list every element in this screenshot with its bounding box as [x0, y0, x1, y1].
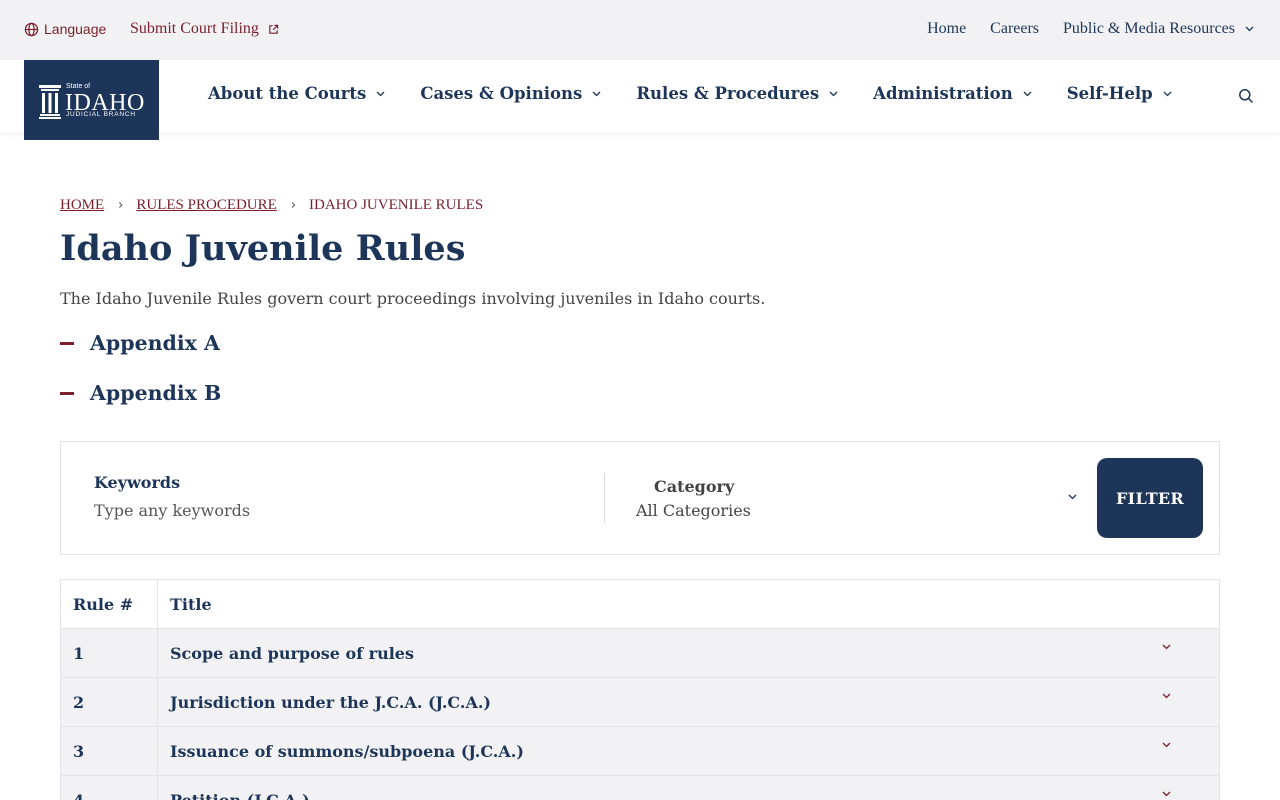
appendix-b-toggle[interactable]: Appendix B	[60, 381, 221, 405]
site-logo[interactable]: State of IDAHO JUDICIAL BRANCH	[24, 60, 159, 140]
nav-rules-procedures[interactable]: Rules & Procedures	[636, 84, 838, 103]
filter-button[interactable]: FILTER	[1097, 458, 1203, 538]
chevron-down-icon	[1163, 91, 1172, 96]
submit-filing-label: Submit Court Filing	[130, 20, 259, 37]
nav-administration-label: Administration	[873, 84, 1013, 103]
rule-number-cell: 3	[60, 726, 158, 776]
dash-icon	[60, 391, 74, 395]
search-button[interactable]	[1238, 88, 1256, 106]
dash-icon	[60, 341, 74, 345]
chevron-down-icon	[376, 91, 385, 96]
breadcrumb-separator: ›	[290, 198, 297, 213]
util-link-careers[interactable]: Careers	[990, 20, 1039, 38]
table-row[interactable]: 2 Jurisdiction under the J.C.A. (J.C.A.)	[60, 677, 1220, 727]
appendix-b-label: Appendix B	[90, 381, 222, 405]
page-title: Idaho Juvenile Rules	[60, 228, 466, 269]
pillar-icon	[39, 85, 61, 119]
nav-cases-opinions[interactable]: Cases & Opinions	[420, 84, 601, 103]
breadcrumb-separator: ›	[118, 198, 124, 213]
appendix-a-label: Appendix A	[90, 331, 220, 355]
rule-title-cell: Issuance of summons/subpoena (J.C.A.)	[157, 726, 1220, 776]
rule-title-cell: Scope and purpose of rules	[157, 628, 1220, 678]
chevron-down-icon[interactable]	[1162, 742, 1171, 748]
chevron-down-icon	[829, 91, 838, 96]
nav-about-courts-label: About the Courts	[208, 84, 367, 103]
breadcrumb-home[interactable]: HOME	[60, 197, 104, 214]
language-button[interactable]: Language	[24, 21, 106, 37]
search-icon	[1239, 89, 1254, 104]
filter-divider	[604, 473, 605, 523]
table-header-row: Rule # Title	[60, 579, 1220, 629]
breadcrumb-current: IDAHO JUVENILE RULES	[309, 197, 484, 213]
keywords-label: Keywords	[94, 473, 181, 492]
chevron-down-icon[interactable]	[1162, 791, 1171, 797]
globe-icon	[24, 22, 39, 36]
logo-branch-text: JUDICIAL BRANCH	[66, 111, 136, 118]
nav-cases-opinions-label: Cases & Opinions	[420, 84, 583, 103]
rule-number-cell: 2	[60, 677, 158, 727]
breadcrumb-rules-procedure[interactable]: RULES PROCEDURE	[136, 197, 276, 214]
chevron-down-icon[interactable]	[1162, 693, 1171, 699]
table-row[interactable]: 4 Petition (J.C.A.)	[60, 775, 1220, 800]
rule-title-cell: Petition (J.C.A.)	[157, 775, 1220, 800]
category-select[interactable]: All Categories	[636, 501, 751, 520]
rule-title: Scope and purpose of rules	[170, 643, 414, 663]
breadcrumb: HOME › RULES PROCEDURE › IDAHO JUVENILE …	[60, 197, 483, 214]
rule-title-cell: Jurisdiction under the J.C.A. (J.C.A.)	[157, 677, 1220, 727]
nav-rules-procedures-label: Rules & Procedures	[636, 84, 820, 103]
chevron-down-icon	[592, 91, 601, 96]
appendix-a-toggle[interactable]: Appendix A	[60, 331, 220, 355]
column-header-title: Title	[157, 579, 1220, 629]
nav-administration[interactable]: Administration	[873, 84, 1032, 103]
table-row[interactable]: 3 Issuance of summons/subpoena (J.C.A.)	[60, 726, 1220, 776]
nav-about-courts[interactable]: About the Courts	[208, 84, 385, 103]
nav-self-help[interactable]: Self-Help	[1067, 84, 1172, 103]
rules-table: Rule # Title 1 Scope and purpose of rule…	[60, 579, 1220, 800]
rule-title: Issuance of summons/subpoena (J.C.A.)	[170, 741, 524, 761]
keywords-input[interactable]	[94, 498, 594, 522]
utility-bar: Language Submit Court Filing Home Career…	[0, 0, 1280, 60]
rule-title: Petition (J.C.A.)	[170, 790, 310, 800]
chevron-down-icon[interactable]	[1068, 494, 1077, 500]
media-resources-label: Public & Media Resources	[1063, 20, 1235, 37]
submit-filing-link[interactable]: Submit Court Filing	[130, 20, 279, 38]
rule-title: Jurisdiction under the J.C.A. (J.C.A.)	[170, 692, 491, 712]
media-resources-menu[interactable]: Public & Media Resources	[1063, 20, 1254, 38]
nav-self-help-label: Self-Help	[1066, 84, 1153, 103]
language-label: Language	[44, 21, 107, 37]
chevron-down-icon	[1245, 26, 1254, 32]
external-link-icon	[269, 24, 279, 34]
rule-number-cell: 4	[60, 775, 158, 800]
filter-panel: Keywords Category All Categories FILTER	[60, 441, 1220, 555]
page-intro: The Idaho Juvenile Rules govern court pr…	[60, 289, 766, 308]
logo-state-text: State of	[66, 83, 91, 90]
chevron-down-icon	[1023, 91, 1032, 96]
rule-number-cell: 1	[60, 628, 158, 678]
chevron-down-icon[interactable]	[1162, 644, 1171, 650]
category-label: Category	[654, 477, 735, 496]
util-link-home[interactable]: Home	[927, 20, 966, 38]
table-row[interactable]: 1 Scope and purpose of rules	[60, 628, 1220, 678]
column-header-rule-number: Rule #	[60, 579, 158, 629]
